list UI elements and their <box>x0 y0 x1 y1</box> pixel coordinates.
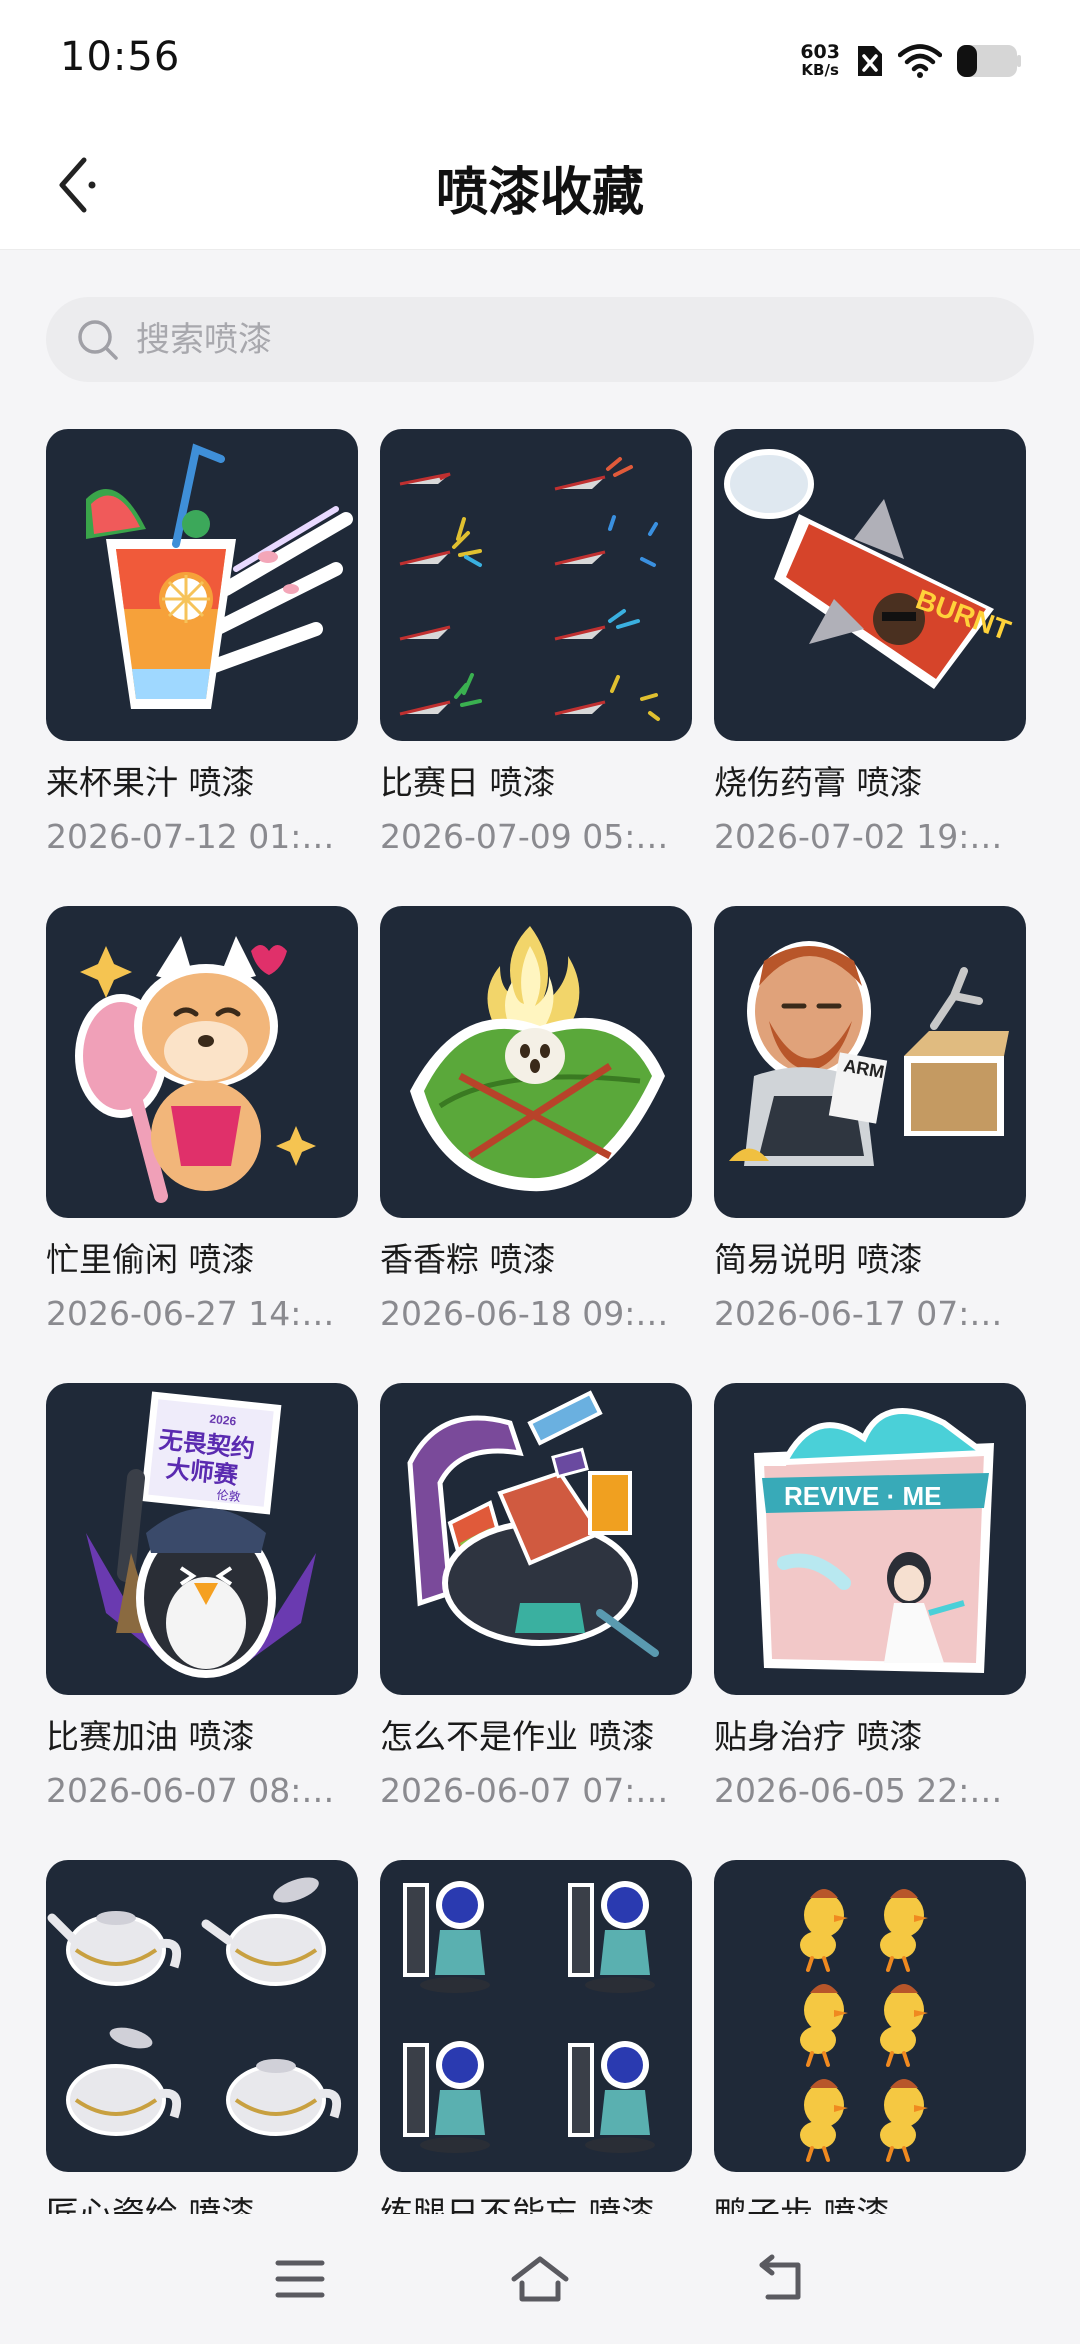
spray-title: 简易说明 喷漆 <box>714 1240 923 1279</box>
spray-title: 贴身治疗 喷漆 <box>714 1717 923 1756</box>
home-icon <box>511 2256 569 2302</box>
burnt-spray-art: BURNT <box>724 449 1015 689</box>
menu-icon <box>275 2260 325 2298</box>
revive-text: REVIVE · ME <box>784 1481 941 1511</box>
spray-card[interactable]: 忙里偷闲 喷漆 2026-06-27 14:… <box>46 906 358 1336</box>
spray-card[interactable]: BURNT 烧伤药膏 喷漆 2026-07-02 19:… <box>714 429 1026 859</box>
nav-home-button[interactable] <box>500 2244 580 2314</box>
status-bar: 10:56 603 KB/s <box>0 0 1080 120</box>
spray-date: 2026-06-07 07:… <box>380 1771 669 1810</box>
spray-title: 鸭子步 喷漆 <box>714 2194 890 2214</box>
spray-card[interactable]: 匠心瓷绘 喷漆 <box>46 1860 358 2214</box>
spray-card[interactable]: 来杯果汁 喷漆 2026-07-12 01:… <box>46 429 358 859</box>
spray-thumbnail-penguin[interactable]: 2026 无畏契约 大师赛 伦敦 <box>46 1383 358 1695</box>
spray-card[interactable]: 香香粽 喷漆 2026-06-18 09:… <box>380 906 692 1336</box>
spray-thumbnail-zongzi[interactable] <box>380 906 692 1218</box>
spray-card[interactable]: 比赛日 喷漆 2026-07-09 05:… <box>380 429 692 859</box>
legday-spray-art <box>403 1881 655 2153</box>
system-nav-bar <box>0 2214 1080 2344</box>
battery-icon <box>957 45 1021 77</box>
spray-title: 怎么不是作业 喷漆 <box>380 1717 655 1756</box>
sim-off-icon <box>858 46 882 76</box>
revive-spray-art: REVIVE · ME <box>754 1408 994 1673</box>
spray-card[interactable]: 怎么不是作业 喷漆 2026-06-07 07:… <box>380 1383 692 1813</box>
status-time: 10:56 <box>60 34 181 80</box>
spray-title: 匠心瓷绘 喷漆 <box>46 2194 255 2214</box>
app-header: 喷漆收藏 <box>0 120 1080 250</box>
spray-thumbnail-bag[interactable] <box>380 1383 692 1695</box>
spray-card[interactable]: REVIVE · ME 贴身治疗 喷漆 2026-06-05 22:… <box>714 1383 1026 1813</box>
search-input[interactable] <box>136 319 936 360</box>
spray-title: 比赛日 喷漆 <box>380 763 556 802</box>
spray-thumbnail-juice[interactable] <box>46 429 358 741</box>
juice-spray-art <box>86 443 353 709</box>
teapots-spray-art <box>47 1877 342 2136</box>
nav-back-button[interactable] <box>740 2244 820 2314</box>
search-bar[interactable] <box>46 297 1034 382</box>
spray-thumbnail-teapots[interactable] <box>46 1860 358 2172</box>
spray-title: 比赛加油 喷漆 <box>46 1717 255 1756</box>
spray-card[interactable]: 2026 无畏契约 大师赛 伦敦 比赛加油 喷漆 2026-06-07 08:… <box>46 1383 358 1813</box>
search-icon <box>78 319 118 360</box>
spray-collection-screen: 10:56 603 KB/s 喷漆收藏 搜索喷漆 来杯果汁 喷漆 2026-07… <box>0 0 1080 2344</box>
spray-grid: 来杯果汁 喷漆 2026-07-12 01:… 比赛日 喷漆 2026-07-0… <box>46 429 1046 2214</box>
spray-thumbnail-mechanic[interactable]: ARM <box>714 906 1026 1218</box>
network-speed-value: 603 <box>800 41 840 63</box>
spray-date: 2026-06-05 22:… <box>714 1771 1003 1810</box>
spray-title: 香香粽 喷漆 <box>380 1240 556 1279</box>
spray-thumbnail-shiba[interactable] <box>46 906 358 1218</box>
spray-thumbnail-jets[interactable] <box>380 429 692 741</box>
spray-date: 2026-06-17 07:… <box>714 1294 1003 1333</box>
network-speed-unit: KB/s <box>801 61 839 79</box>
sign-year: 2026 <box>209 1412 237 1429</box>
spray-date: 2026-06-07 08:… <box>46 1771 335 1810</box>
shiba-spray-art <box>75 936 316 1203</box>
spray-date: 2026-06-18 09:… <box>380 1294 669 1333</box>
spray-date: 2026-07-12 01:… <box>46 817 335 856</box>
nav-menu-button[interactable] <box>260 2244 340 2314</box>
bag-spray-art <box>407 1390 659 1657</box>
mechanic-spray-art: ARM <box>729 941 1009 1166</box>
spray-date: 2026-07-09 05:… <box>380 817 669 856</box>
spray-thumbnail-ducks[interactable] <box>714 1860 1026 2172</box>
spray-title: 练腿日不能忘 喷漆 <box>380 2194 655 2214</box>
spray-title: 烧伤药膏 喷漆 <box>714 763 923 802</box>
penguin-spray-art: 2026 无畏契约 大师赛 伦敦 <box>86 1391 316 1678</box>
page-title: 喷漆收藏 <box>435 163 644 223</box>
spray-date: 2026-06-27 14:… <box>46 1294 335 1333</box>
spray-thumbnail-revive[interactable]: REVIVE · ME <box>714 1383 1026 1695</box>
ducks-spray-art <box>800 1889 928 2162</box>
spray-thumbnail-legday[interactable] <box>380 1860 692 2172</box>
status-icons: 603 KB/s <box>800 40 1022 82</box>
jets-spray-art <box>399 457 660 721</box>
spray-card[interactable]: 练腿日不能忘 喷漆 <box>380 1860 692 2214</box>
wifi-icon <box>898 44 942 78</box>
spray-title: 忙里偷闲 喷漆 <box>46 1240 255 1279</box>
spray-title: 来杯果汁 喷漆 <box>46 763 255 802</box>
spray-card[interactable]: ARM 简易说明 喷漆 2026-06-17 07:… <box>714 906 1026 1336</box>
back-arrow-icon <box>759 2254 801 2300</box>
network-speed: 603 KB/s <box>800 41 840 80</box>
spray-card[interactable]: 鸭子步 喷漆 <box>714 1860 1026 2214</box>
sign-line3: 伦敦 <box>216 1487 241 1504</box>
spray-date: 2026-07-02 19:… <box>714 817 1003 856</box>
zongzi-spray-art <box>410 926 665 1192</box>
spray-thumbnail-burnt[interactable]: BURNT <box>714 429 1026 741</box>
